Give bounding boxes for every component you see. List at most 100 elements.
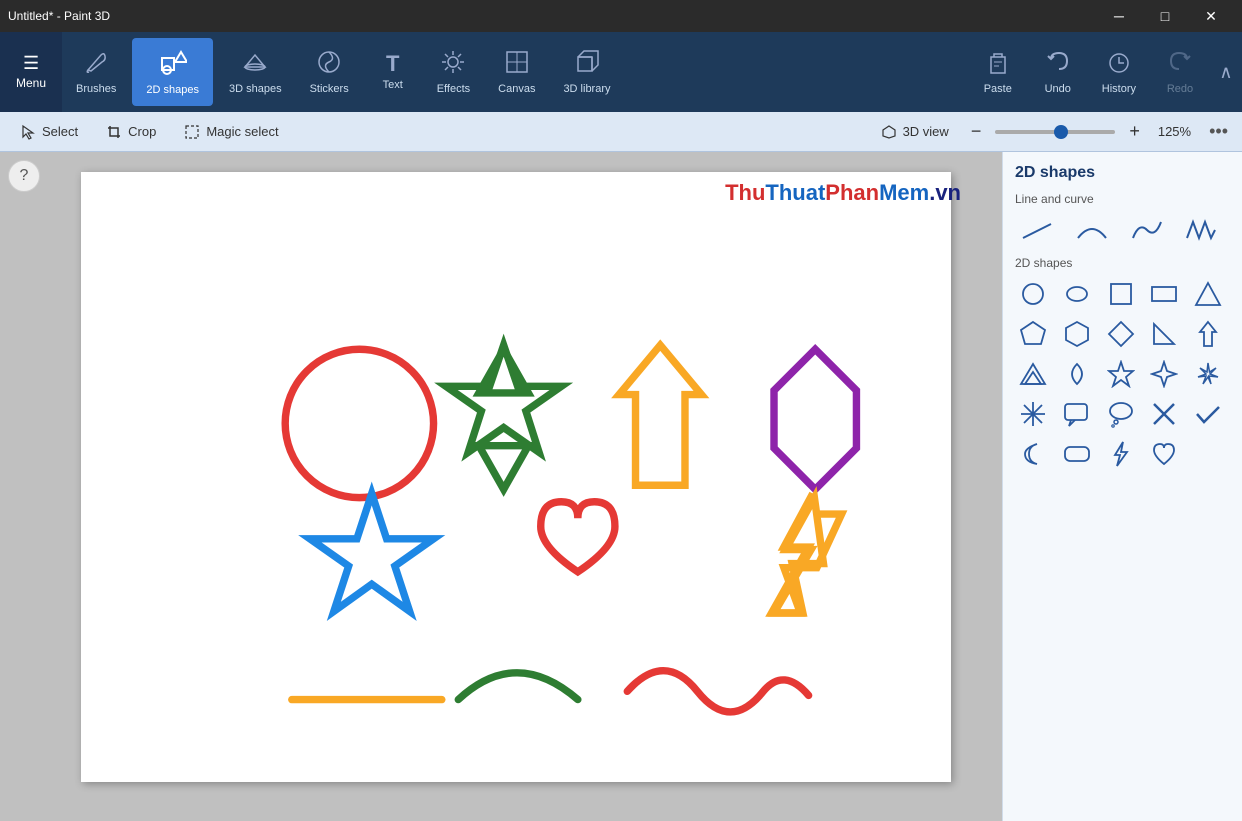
2dshapes-label: 2D shapes [146, 84, 199, 96]
shapes-section-title: 2D shapes [1015, 256, 1230, 270]
shape-square[interactable] [1103, 276, 1139, 312]
shape-rectangle[interactable] [1146, 276, 1182, 312]
canvas-svg [81, 172, 951, 782]
help-icon: ? [20, 167, 29, 185]
close-button[interactable]: ✕ [1188, 0, 1234, 32]
shape-lightning-panel[interactable] [1103, 436, 1139, 472]
canvas-area: ThuThuatPhanMem.vn [0, 152, 1002, 821]
curve-grid [1015, 212, 1230, 248]
undo-label: Undo [1045, 83, 1071, 95]
magic-select-button[interactable]: Magic select [172, 120, 290, 144]
curve-line[interactable] [1015, 212, 1059, 248]
paste-icon [985, 49, 1011, 79]
text-button[interactable]: T Text [363, 32, 423, 112]
2dshapes-button[interactable]: 2D shapes [132, 38, 213, 106]
undo-icon [1045, 49, 1071, 79]
shape-right-triangle[interactable] [1146, 316, 1182, 352]
effects-label: Effects [437, 83, 470, 95]
stickers-button[interactable]: Stickers [296, 32, 363, 112]
zoom-slider[interactable] [995, 130, 1115, 134]
shape-star-sparkle[interactable] [1190, 356, 1226, 392]
redo-label: Redo [1167, 83, 1193, 95]
history-button[interactable]: History [1088, 32, 1150, 112]
shape-arrow-up[interactable] [1190, 316, 1226, 352]
shape-asterisk[interactable] [1015, 396, 1051, 432]
shape-star6-group [479, 349, 528, 489]
zoom-out-button[interactable]: − [965, 119, 988, 144]
3dview-icon [881, 124, 897, 140]
canvas-icon [504, 49, 530, 79]
shape-pentagon[interactable] [1015, 316, 1051, 352]
3dview-button[interactable]: 3D view [869, 120, 961, 144]
curve-arc[interactable] [1070, 212, 1114, 248]
text-label: Text [383, 79, 403, 91]
collapse-icon: ∧ [1219, 62, 1232, 83]
brushes-button[interactable]: Brushes [62, 32, 130, 112]
shape-oval-flat[interactable] [1059, 276, 1095, 312]
shape-leaf[interactable] [1059, 356, 1095, 392]
shape-rounded-rect[interactable] [1059, 436, 1095, 472]
text-icon: T [386, 53, 399, 75]
crop-label: Crop [128, 124, 156, 139]
curve-zigzag[interactable] [1179, 212, 1223, 248]
paste-button[interactable]: Paste [968, 32, 1028, 112]
brushes-icon [83, 49, 109, 79]
shape-circle [285, 349, 433, 497]
3dshapes-icon [242, 49, 268, 79]
magic-select-icon [184, 124, 200, 140]
redo-button[interactable]: Redo [1150, 32, 1210, 112]
history-icon [1106, 49, 1132, 79]
shape-arc [458, 673, 578, 700]
titlebar: Untitled* - Paint 3D ─ □ ✕ [0, 0, 1242, 32]
paint-canvas[interactable]: ThuThuatPhanMem.vn [81, 172, 951, 782]
shape-hexagon [774, 349, 856, 489]
curve-scurve[interactable] [1125, 212, 1169, 248]
3dlibrary-button[interactable]: 3D library [549, 32, 624, 112]
shape-speech-bubble[interactable] [1059, 396, 1095, 432]
redo-icon [1167, 49, 1193, 79]
canvas-label: Canvas [498, 83, 535, 95]
crop-icon [106, 124, 122, 140]
shape-diamond[interactable] [1103, 316, 1139, 352]
effects-button[interactable]: Effects [423, 32, 484, 112]
select-label: Select [42, 124, 78, 139]
canvas-button[interactable]: Canvas [484, 32, 549, 112]
main-area: ThuThuatPhanMem.vn [0, 152, 1242, 821]
shape-heart-panel[interactable] [1146, 436, 1182, 472]
more-options-button[interactable]: ••• [1203, 119, 1234, 144]
right-panel: 2D shapes Line and curve [1002, 152, 1242, 821]
crop-button[interactable]: Crop [94, 120, 168, 144]
maximize-button[interactable]: □ [1142, 0, 1188, 32]
minimize-button[interactable]: ─ [1096, 0, 1142, 32]
shape-hexagon[interactable] [1059, 316, 1095, 352]
2dshapes-icon [159, 48, 187, 80]
shape-triangle[interactable] [1190, 276, 1226, 312]
magic-select-label: Magic select [206, 124, 278, 139]
shape-mountain[interactable] [1015, 356, 1051, 392]
shape-star5-outline[interactable] [1103, 356, 1139, 392]
help-button[interactable]: ? [8, 160, 40, 192]
menu-button[interactable]: ☰ Menu [0, 32, 62, 112]
zoom-in-button[interactable]: + [1123, 119, 1146, 144]
main-toolbar: ☰ Menu Brushes 2D shapes 3D sha [0, 32, 1242, 112]
title-text: Untitled* - Paint 3D [8, 9, 110, 23]
select-icon [20, 124, 36, 140]
line-curve-section-title: Line and curve [1015, 192, 1230, 206]
shape-thought-bubble[interactable] [1103, 396, 1139, 432]
shape-oval[interactable] [1015, 276, 1051, 312]
3dshapes-button[interactable]: 3D shapes [215, 32, 296, 112]
menu-label: Menu [16, 76, 46, 90]
shapes-grid [1015, 276, 1230, 472]
paste-label: Paste [984, 83, 1012, 95]
stickers-icon [316, 49, 342, 79]
undo-button[interactable]: Undo [1028, 32, 1088, 112]
collapse-button[interactable]: ∧ [1210, 32, 1242, 112]
shape-moon[interactable] [1015, 436, 1051, 472]
shape-star4[interactable] [1146, 356, 1182, 392]
shape-x[interactable] [1146, 396, 1182, 432]
secondary-toolbar: Select Crop Magic select 3D view − + 125… [0, 112, 1242, 152]
shape-star6 [446, 345, 561, 452]
3dview-label: 3D view [903, 124, 949, 139]
select-button[interactable]: Select [8, 120, 90, 144]
shape-checkmark[interactable] [1190, 396, 1226, 432]
